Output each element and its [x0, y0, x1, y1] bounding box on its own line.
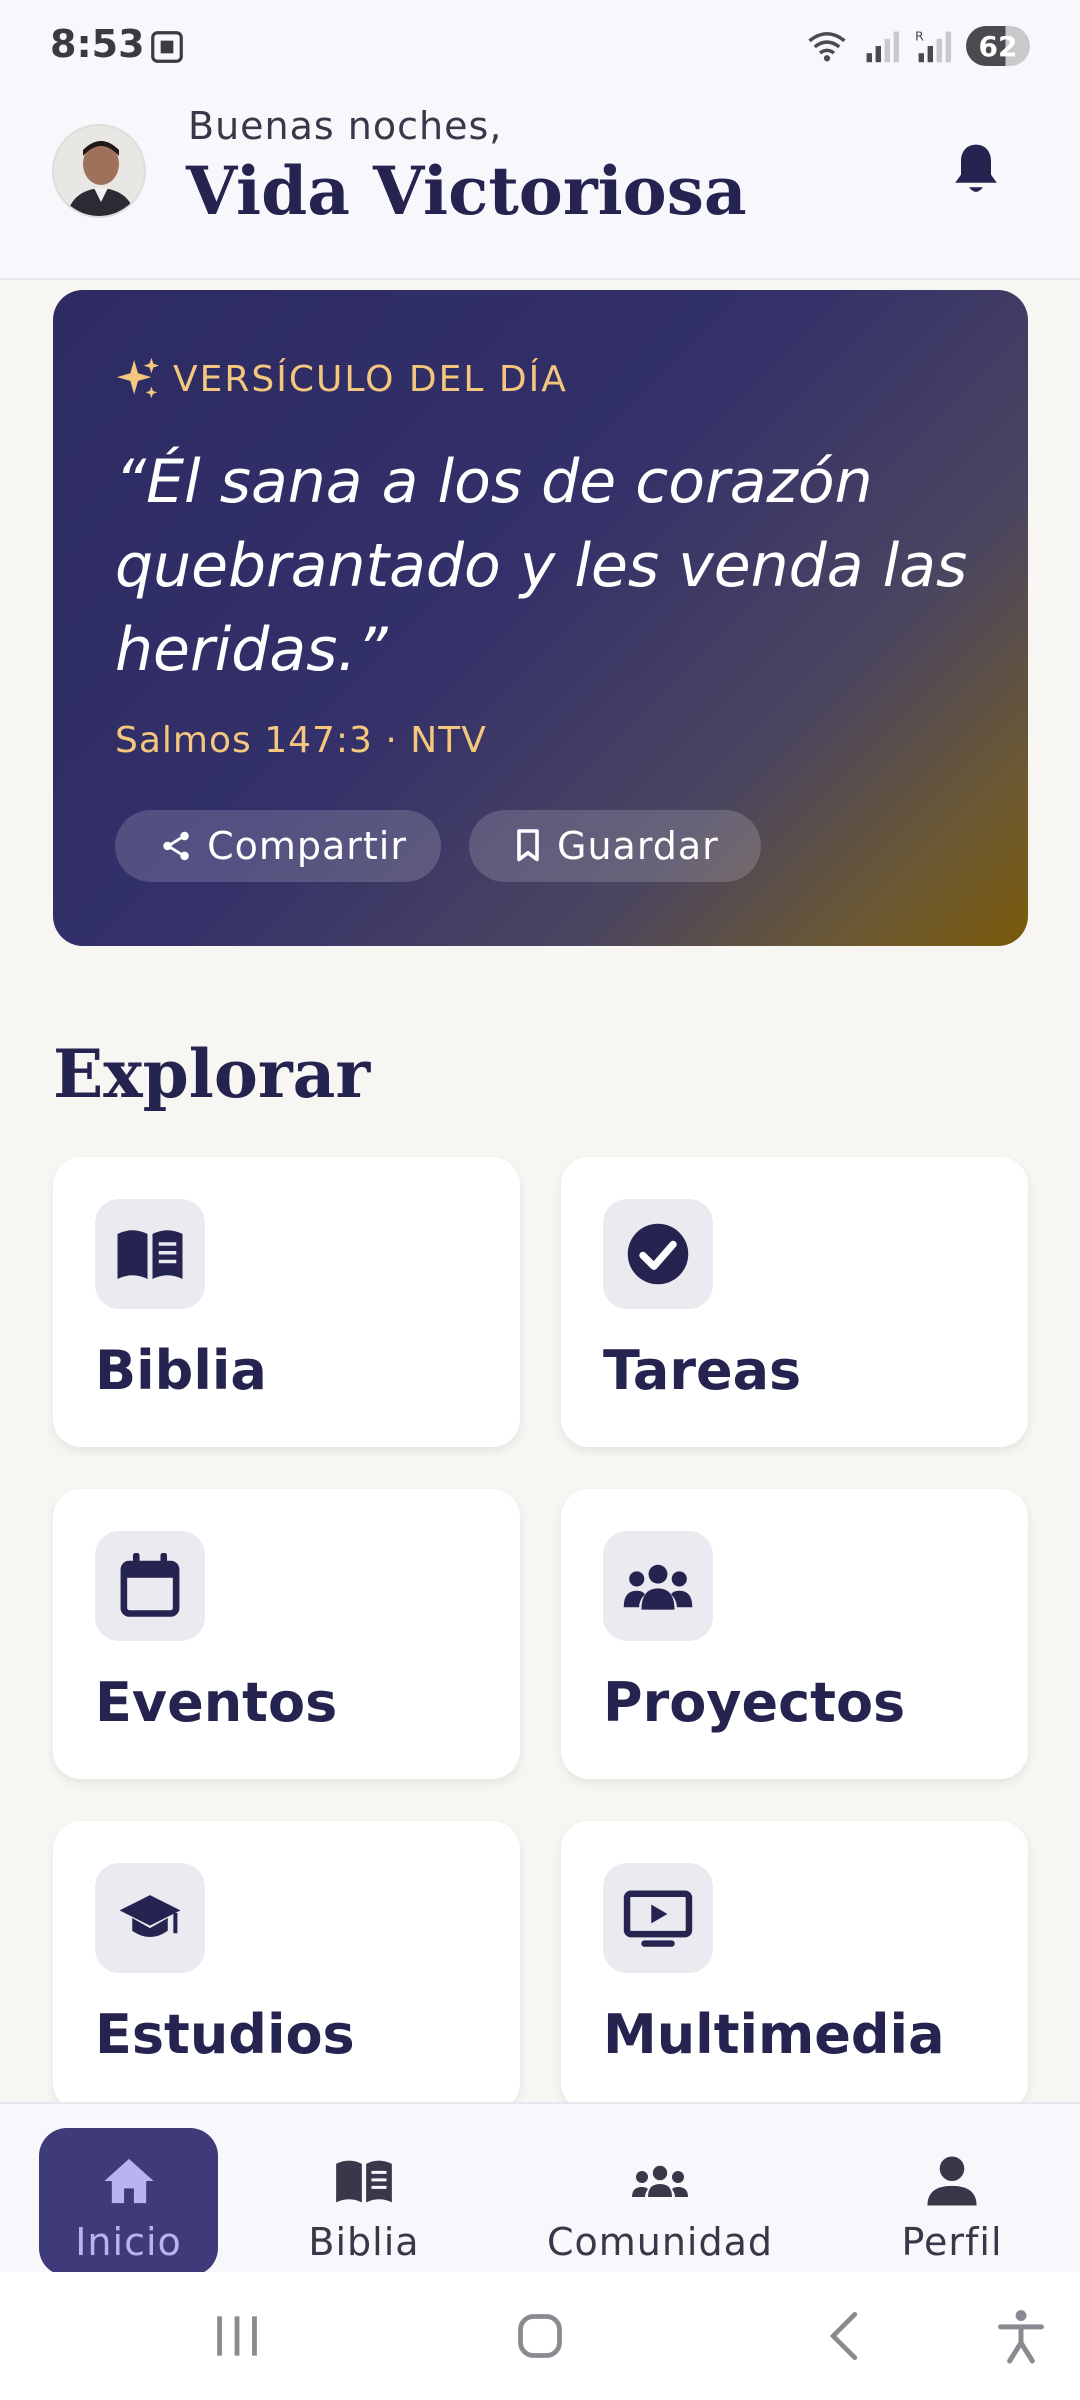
nav-item-comunidad[interactable]: Comunidad: [530, 2128, 790, 2276]
nav-item-perfil[interactable]: Perfil: [862, 2128, 1042, 2276]
nav-label: Comunidad: [546, 2220, 774, 2264]
tile-label: Estudios: [95, 2003, 355, 2066]
share-button[interactable]: Compartir: [115, 810, 441, 882]
recent-apps-icon[interactable]: [210, 2312, 264, 2360]
verse-label: VERSÍCULO DEL DÍA: [173, 358, 568, 400]
save-button-label: Guardar: [557, 824, 719, 868]
community-icon: [632, 2165, 688, 2197]
tile-tareas[interactable]: Tareas: [561, 1157, 1028, 1447]
wifi-icon: [808, 32, 846, 62]
tile-icon-container: [95, 1199, 205, 1309]
person-icon: [927, 2156, 977, 2206]
nav-label: Biblia: [308, 2220, 420, 2264]
share-button-label: Compartir: [207, 824, 407, 868]
signal-icon: [866, 31, 899, 63]
screenshot-indicator-icon: [151, 31, 183, 63]
group-icon: [623, 1564, 693, 1610]
nav-item-biblia[interactable]: Biblia: [274, 2128, 454, 2276]
tile-estudios[interactable]: Estudios: [53, 1821, 520, 2111]
tile-label: Eventos: [95, 1671, 338, 1734]
nav-item-inicio[interactable]: Inicio: [39, 2128, 218, 2276]
home-button-icon[interactable]: [514, 2310, 566, 2362]
bookmark-icon: [517, 829, 539, 862]
tile-icon-container: [95, 1863, 205, 1973]
app-title: Vida Victoriosa: [186, 152, 747, 230]
tile-icon-container: [95, 1531, 205, 1641]
verse-label-row: VERSÍCULO DEL DÍA: [115, 356, 568, 402]
tile-biblia[interactable]: Biblia: [53, 1157, 520, 1447]
verse-reference: Salmos 147:3 · NTV: [115, 720, 487, 761]
play-screen-icon: [623, 1890, 693, 1947]
verse-text: “Él sana a los de corazón quebrantado y …: [115, 447, 968, 685]
status-icons: R 62: [806, 26, 1030, 66]
sparkle-icon: [116, 357, 160, 399]
accessibility-icon[interactable]: [996, 2308, 1046, 2364]
tile-eventos[interactable]: Eventos: [53, 1489, 520, 1779]
notification-bell-icon[interactable]: [948, 140, 1004, 200]
status-time: 8:53: [50, 22, 145, 66]
book-open-icon: [117, 1230, 183, 1279]
book-open-icon: [336, 2160, 392, 2203]
tile-label: Tareas: [603, 1339, 802, 1402]
calendar-icon: [120, 1553, 180, 1617]
back-icon[interactable]: [822, 2310, 866, 2362]
share-icon: [163, 831, 189, 861]
verse-of-the-day-card: VERSÍCULO DEL DÍA “Él sana a los de cora…: [53, 290, 1028, 946]
app-header: Buenas noches, Vida Victoriosa: [0, 92, 1080, 280]
tile-icon-container: [603, 1199, 713, 1309]
tile-label: Biblia: [95, 1339, 267, 1402]
tile-label: Multimedia: [603, 2003, 945, 2066]
greeting-text: Buenas noches,: [188, 104, 503, 148]
tile-multimedia[interactable]: Multimedia: [561, 1821, 1028, 2111]
avatar-image: [54, 126, 144, 216]
avatar[interactable]: [52, 124, 146, 218]
check-circle-icon: [627, 1223, 689, 1285]
tile-label: Proyectos: [603, 1671, 906, 1734]
nav-label: Perfil: [901, 2220, 1003, 2264]
system-navigation-bar: [0, 2272, 1080, 2400]
battery-indicator: 62: [966, 26, 1030, 66]
graduation-cap-icon: [119, 1895, 181, 1938]
tile-proyectos[interactable]: Proyectos: [561, 1489, 1028, 1779]
home-icon: [103, 2158, 154, 2204]
tile-icon-container: [603, 1863, 713, 1973]
nav-label: Inicio: [75, 2220, 182, 2264]
signal-roaming-icon: R: [915, 29, 951, 63]
bottom-navigation: Inicio Biblia Comunidad Perfil: [0, 2102, 1080, 2276]
svg-text:R: R: [915, 29, 924, 44]
explore-section-title: Explorar: [53, 1035, 371, 1113]
status-bar: 8:53 R 62: [0, 0, 1080, 92]
save-button[interactable]: Guardar: [469, 810, 761, 882]
tile-icon-container: [603, 1531, 713, 1641]
